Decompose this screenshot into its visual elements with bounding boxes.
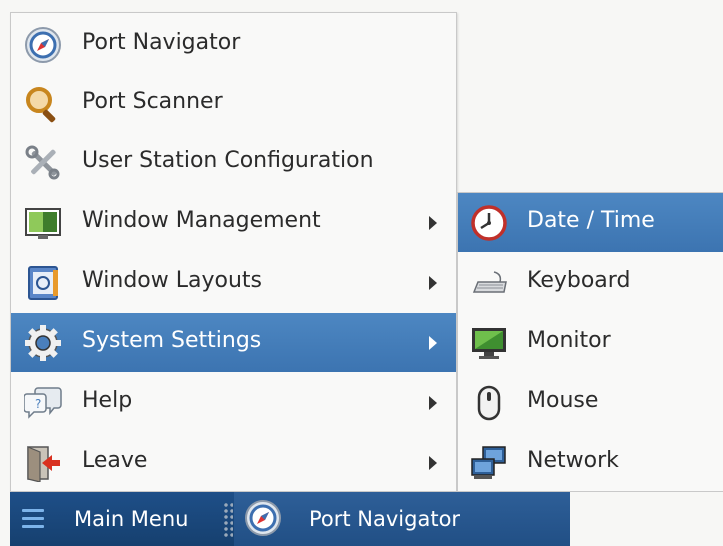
svg-text:?: ? bbox=[35, 397, 41, 411]
submenu-item-monitor[interactable]: Monitor bbox=[458, 313, 723, 372]
system-settings-submenu: Date / Time Keyboard Monitor Mouse Netwo… bbox=[457, 192, 723, 492]
menu-item-user-station-configuration[interactable]: User Station Configuration bbox=[11, 133, 456, 192]
help-bubbles-icon: ? bbox=[24, 384, 62, 422]
submenu-arrow-icon bbox=[429, 336, 437, 350]
submenu-item-network[interactable]: Network bbox=[458, 433, 723, 492]
menu-item-port-scanner[interactable]: Port Scanner bbox=[11, 74, 456, 133]
monitor-icon bbox=[470, 324, 508, 362]
gear-icon bbox=[24, 324, 62, 362]
keyboard-icon bbox=[470, 264, 508, 302]
menu-item-label: System Settings bbox=[82, 328, 262, 353]
exit-door-icon bbox=[24, 444, 62, 482]
submenu-arrow-icon bbox=[429, 276, 437, 290]
window-layouts-icon bbox=[24, 264, 62, 302]
main-menu-panel: Port Navigator Port Scanner User Station… bbox=[10, 12, 457, 492]
compass-icon bbox=[24, 26, 62, 64]
magnifier-icon bbox=[24, 85, 62, 123]
menu-item-label: User Station Configuration bbox=[82, 148, 374, 173]
submenu-arrow-icon bbox=[429, 396, 437, 410]
menu-item-leave[interactable]: Leave bbox=[11, 433, 456, 492]
desktop: Port Navigator Port Scanner User Station… bbox=[0, 0, 723, 546]
submenu-item-label: Network bbox=[527, 448, 619, 473]
menu-item-help[interactable]: ? Help bbox=[11, 373, 456, 432]
clock-icon bbox=[470, 204, 508, 242]
menu-item-window-management[interactable]: Window Management bbox=[11, 193, 456, 252]
task-button-label: Port Navigator bbox=[309, 507, 461, 531]
compass-icon bbox=[244, 499, 282, 537]
menu-item-window-layouts[interactable]: Window Layouts bbox=[11, 253, 456, 312]
main-menu-button[interactable]: Main Menu bbox=[10, 492, 220, 546]
menu-item-label: Window Layouts bbox=[82, 268, 262, 293]
taskbar: Main Menu Port Navigator bbox=[10, 492, 570, 546]
menu-item-port-navigator[interactable]: Port Navigator bbox=[11, 15, 456, 74]
submenu-arrow-icon bbox=[429, 456, 437, 470]
task-button-port-navigator[interactable]: Port Navigator bbox=[234, 492, 570, 546]
main-menu-label: Main Menu bbox=[74, 507, 189, 531]
submenu-item-keyboard[interactable]: Keyboard bbox=[458, 253, 723, 312]
menu-item-label: Leave bbox=[82, 448, 148, 473]
menu-item-label: Port Navigator bbox=[82, 30, 241, 55]
submenu-item-label: Keyboard bbox=[527, 268, 631, 293]
tools-icon bbox=[24, 144, 62, 182]
submenu-item-label: Mouse bbox=[527, 388, 599, 413]
menu-item-label: Window Management bbox=[82, 208, 321, 233]
submenu-item-mouse[interactable]: Mouse bbox=[458, 373, 723, 432]
submenu-item-label: Monitor bbox=[527, 328, 611, 353]
hamburger-icon bbox=[22, 509, 44, 529]
menu-item-label: Port Scanner bbox=[82, 89, 223, 114]
menu-item-system-settings[interactable]: System Settings bbox=[11, 313, 456, 372]
mouse-icon bbox=[470, 384, 508, 422]
network-icon bbox=[470, 444, 508, 482]
menu-item-label: Help bbox=[82, 388, 133, 413]
taskbar-grip-handle[interactable] bbox=[223, 502, 233, 538]
submenu-item-label: Date / Time bbox=[527, 208, 655, 233]
submenu-arrow-icon bbox=[429, 216, 437, 230]
submenu-item-date-time[interactable]: Date / Time bbox=[458, 193, 723, 252]
window-management-icon bbox=[24, 204, 62, 242]
